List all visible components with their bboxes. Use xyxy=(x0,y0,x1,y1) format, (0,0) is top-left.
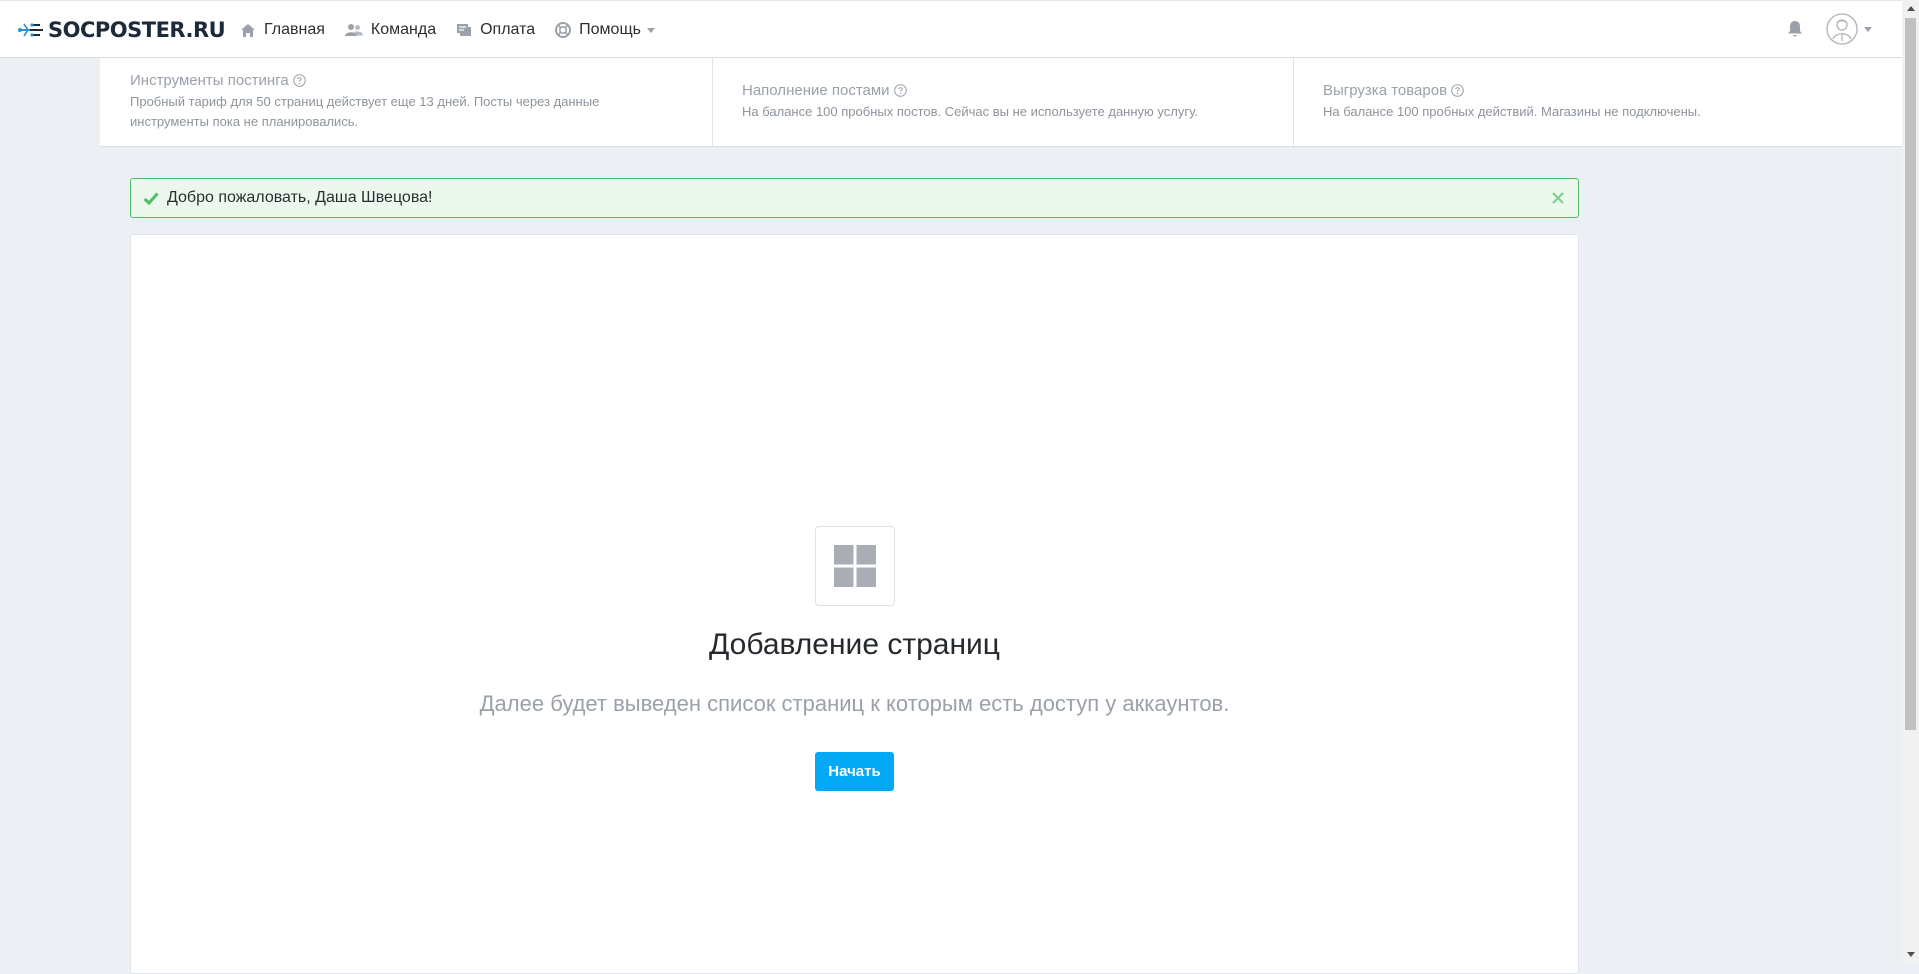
vertical-scrollbar[interactable] xyxy=(1902,0,1919,963)
nav-item-help[interactable]: Помощь xyxy=(555,21,663,39)
scroll-down-arrow-icon[interactable] xyxy=(1902,946,1919,963)
chevron-down-icon xyxy=(646,27,655,33)
panel-text: На балансе 100 пробных постов. Сейчас вы… xyxy=(742,104,1198,119)
panel-text: Пробный тариф для 50 страниц действует е… xyxy=(130,92,702,132)
posting-tools-panel: Инструменты постинга Пробный тариф для 5… xyxy=(100,58,713,146)
welcome-alert: Добро пожаловать, Даша Швецова! xyxy=(130,178,1579,218)
card-description: Далее будет выведен список страниц к кот… xyxy=(479,691,1230,716)
main-nav: Главная Команда Оплата Помощь xyxy=(240,1,683,59)
bell-icon[interactable] xyxy=(1787,20,1803,38)
panel-text: На балансе 100 пробных действий. Магазин… xyxy=(1323,104,1701,119)
service-status-bar: Инструменты постинга Пробный тариф для 5… xyxy=(100,58,1902,147)
panel-title: Наполнение постами xyxy=(742,82,1283,99)
chevron-down-icon[interactable] xyxy=(1864,27,1872,32)
scrollbar-thumb[interactable] xyxy=(1905,18,1916,730)
brand-logo[interactable]: SOCPOSTER.RU xyxy=(18,16,226,44)
nav-item-label: Команда xyxy=(370,21,437,38)
panel-title: Инструменты постинга xyxy=(130,72,702,89)
panel-title: Выгрузка товаров xyxy=(1323,82,1892,99)
payment-icon xyxy=(457,24,472,36)
help-lifebuoy-icon xyxy=(555,22,572,38)
pages-grid-icon xyxy=(815,526,895,606)
panel-text-line: инструменты пока не планировались. xyxy=(130,114,359,129)
add-pages-card: Добавление страниц Далее будет выведен с… xyxy=(130,234,1579,974)
team-icon xyxy=(344,23,363,36)
brand-name: SOCPOSTER.RU xyxy=(48,18,226,42)
check-icon xyxy=(143,191,159,205)
home-icon xyxy=(241,23,255,37)
post-filling-panel: Наполнение постами На балансе 100 пробны… xyxy=(712,58,1294,146)
nav-item-label: Оплата xyxy=(480,21,536,38)
start-button[interactable]: Начать xyxy=(815,752,894,791)
nav-item-label: Помощь xyxy=(579,21,641,38)
question-circle-icon[interactable] xyxy=(292,74,306,87)
nav-item-label: Главная xyxy=(264,21,325,38)
top-navbar: SOCPOSTER.RU Главная Команда Оплата Помо… xyxy=(0,0,1902,58)
logo-icon xyxy=(18,23,43,37)
question-circle-icon[interactable] xyxy=(1451,84,1464,97)
panel-text-line: Пробный тариф для 50 страниц действует е… xyxy=(130,94,600,109)
card-title: Добавление страниц xyxy=(709,628,1000,661)
scroll-up-arrow-icon[interactable] xyxy=(1902,0,1919,17)
nav-item-home[interactable]: Главная xyxy=(240,21,325,39)
close-icon[interactable] xyxy=(1550,190,1566,206)
question-circle-icon[interactable] xyxy=(893,84,907,97)
panel-title-text: Наполнение постами xyxy=(742,82,890,99)
panel-title-text: Выгрузка товаров xyxy=(1323,82,1448,99)
user-avatar-icon[interactable] xyxy=(1826,13,1858,45)
alert-text: Добро пожаловать, Даша Швецова! xyxy=(167,189,433,206)
nav-item-payment[interactable]: Оплата xyxy=(456,21,535,39)
product-export-panel: Выгрузка товаров На балансе 100 пробных … xyxy=(1293,58,1902,146)
panel-title-text: Инструменты постинга xyxy=(130,72,289,89)
nav-item-team[interactable]: Команда xyxy=(344,21,437,39)
